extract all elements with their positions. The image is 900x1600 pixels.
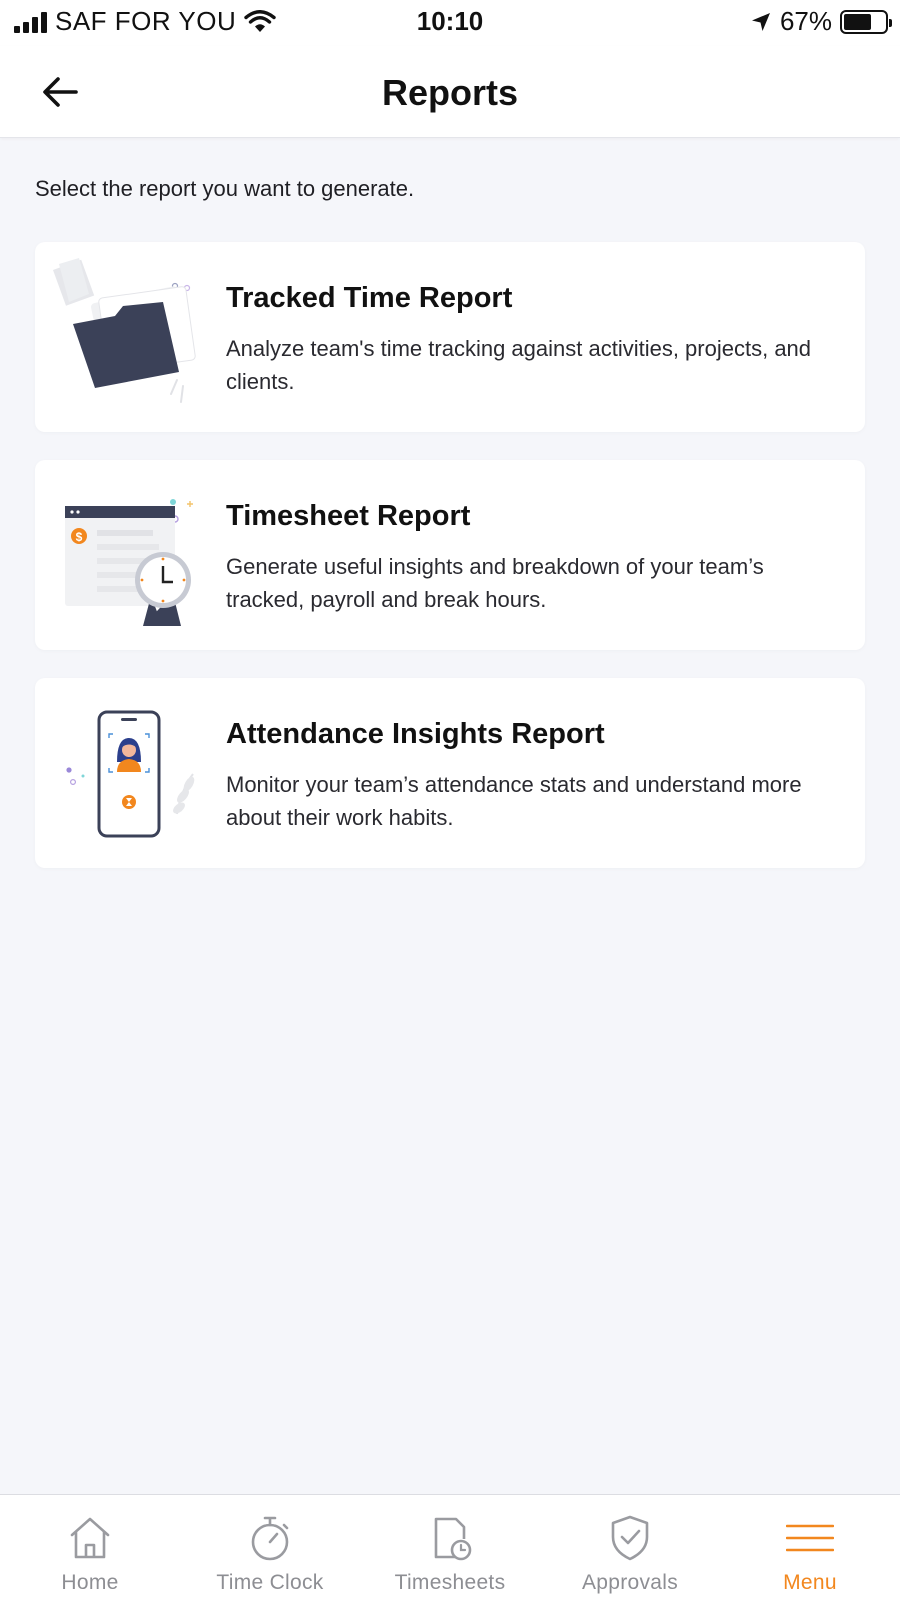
tab-label: Timesheets xyxy=(394,1571,506,1594)
phone-person-illustration xyxy=(66,710,195,838)
report-title: Timesheet Report xyxy=(226,500,471,532)
home-icon xyxy=(70,1517,110,1559)
instruction-text: Select the report you want to generate. xyxy=(35,176,415,201)
stopwatch-icon xyxy=(251,1516,289,1561)
timesheet-icon xyxy=(434,1517,472,1561)
status-right: 67% xyxy=(750,6,892,37)
report-title: Attendance Insights Report xyxy=(226,718,605,750)
bottom-tab-bar: Home Time Clock Timesheets Approvals Men… xyxy=(0,1494,900,1600)
report-description: Analyze team's time tracking against act… xyxy=(226,336,812,394)
svg-text:$: $ xyxy=(76,530,83,544)
tab-home[interactable]: Home xyxy=(0,1495,180,1600)
tab-label: Approvals xyxy=(581,1571,679,1594)
battery-icon xyxy=(840,9,892,34)
main-content: Select the report you want to generate. … xyxy=(0,138,900,1494)
tab-time-clock[interactable]: Time Clock xyxy=(180,1495,360,1600)
tab-label: Menu xyxy=(783,1571,837,1594)
app-header: Reports xyxy=(0,46,900,138)
page-title: Reports xyxy=(381,72,519,113)
report-card-timesheet[interactable]: $ Timesheet Report Generate useful insig… xyxy=(35,460,865,650)
tab-label: Home xyxy=(61,1571,119,1594)
shield-check-icon xyxy=(611,1515,649,1561)
folder-illustration xyxy=(53,258,196,403)
status-bar: SAF FOR YOU 10:10 67% xyxy=(0,0,900,46)
battery-fill xyxy=(844,13,871,30)
tab-menu[interactable]: Menu xyxy=(720,1495,900,1600)
report-card-tracked-time[interactable]: Tracked Time Report Analyze team's time … xyxy=(35,242,865,432)
tab-timesheets[interactable]: Timesheets xyxy=(360,1495,540,1600)
report-description: Generate useful insights and breakdown o… xyxy=(226,554,764,612)
report-title: Tracked Time Report xyxy=(226,282,513,314)
tab-label: Time Clock xyxy=(216,1571,324,1594)
location-arrow-icon xyxy=(751,12,770,31)
hamburger-menu-icon xyxy=(786,1524,834,1552)
timesheet-clock-illustration: $ xyxy=(65,499,193,626)
report-card-attendance-insights[interactable]: Attendance Insights Report Monitor your … xyxy=(35,678,865,868)
tab-approvals[interactable]: Approvals xyxy=(540,1495,720,1600)
battery-percent: 67% xyxy=(779,6,832,36)
report-description: Monitor your team’s attendance stats and… xyxy=(226,772,802,830)
